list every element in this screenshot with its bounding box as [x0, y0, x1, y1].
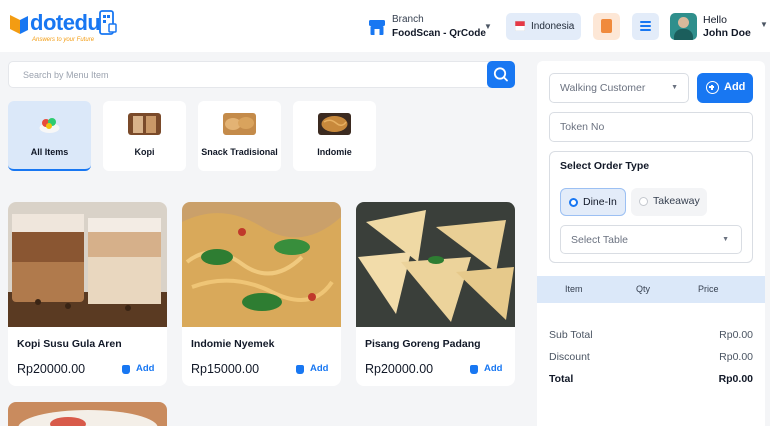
- radio-selected-icon: [569, 198, 578, 207]
- bag-icon: [470, 365, 478, 374]
- bag-icon: [296, 365, 304, 374]
- column-item: Item: [565, 284, 583, 294]
- branch-value: FoodScan - QrCode: [392, 28, 486, 39]
- cart-table-header: Item Qty Price: [537, 276, 765, 303]
- search-button[interactable]: [487, 61, 515, 88]
- user-name[interactable]: John Doe: [703, 27, 751, 39]
- brand-logo[interactable]: dotedu Answers to your Future: [8, 8, 128, 46]
- category-label: Snack Tradisional: [201, 147, 278, 157]
- chevron-down-icon: ▼: [671, 84, 678, 91]
- snack-image: [223, 113, 256, 135]
- search-icon: [493, 67, 508, 82]
- product-card[interactable]: Pisang Goreng Padang Rp20000.00 Add: [356, 202, 515, 386]
- flag-icon: [515, 21, 525, 31]
- token-placeholder: Token No: [560, 121, 605, 133]
- orders-button[interactable]: [593, 13, 620, 40]
- greeting: Hello: [703, 14, 727, 26]
- category-all-items[interactable]: All Items: [8, 101, 91, 171]
- chevron-down-icon: ▼: [484, 22, 492, 31]
- category-kopi[interactable]: Kopi: [103, 101, 186, 171]
- column-qty: Qty: [636, 284, 651, 294]
- brand-tagline: Answers to your Future: [32, 37, 95, 43]
- category-snack-tradisional[interactable]: Snack Tradisional: [198, 101, 281, 171]
- kopi-image: [128, 113, 161, 135]
- product-image: [182, 202, 341, 327]
- product-price: Rp20000.00: [17, 362, 86, 376]
- token-field[interactable]: Token No: [549, 112, 753, 142]
- all-items-image: [39, 118, 60, 133]
- product-card[interactable]: Indomie Nyemek Rp15000.00 Add: [182, 202, 341, 386]
- product-name: Indomie Nyemek: [191, 338, 275, 350]
- subtotal-row: Sub Total Rp0.00: [549, 329, 753, 341]
- plus-circle-icon: [706, 81, 719, 94]
- language-label: Indonesia: [531, 21, 575, 32]
- order-type-dine-in[interactable]: Dine-In: [560, 188, 626, 216]
- customer-select[interactable]: Walking Customer ▼: [549, 73, 689, 103]
- search-input[interactable]: [23, 68, 463, 82]
- order-type-title: Select Order Type: [560, 160, 650, 172]
- category-label: Kopi: [134, 147, 155, 157]
- menu-button[interactable]: [632, 13, 659, 40]
- phone-qr-icon: [99, 10, 117, 35]
- order-panel: Walking Customer ▼ Add Token No Select O…: [537, 61, 765, 426]
- indomie-image: [318, 113, 351, 135]
- total-row: Total Rp0.00: [549, 373, 753, 385]
- product-image: [8, 202, 167, 327]
- category-indomie[interactable]: Indomie: [293, 101, 376, 171]
- avatar[interactable]: [670, 13, 697, 40]
- customer-value: Walking Customer: [560, 82, 646, 94]
- chevron-down-icon: ▼: [722, 236, 729, 243]
- branch-label: Branch: [392, 14, 424, 25]
- radio-icon: [639, 197, 648, 206]
- store-icon: [369, 20, 385, 35]
- product-image: [356, 202, 515, 327]
- product-card[interactable]: Kopi Susu Gula Aren Rp20000.00 Add: [8, 202, 167, 386]
- discount-row: Discount Rp0.00: [549, 351, 753, 363]
- order-type-box: Select Order Type Dine-In Takeaway Selec…: [549, 151, 753, 263]
- product-card[interactable]: [8, 402, 167, 426]
- document-icon: [601, 19, 612, 33]
- category-label: All Items: [30, 147, 69, 157]
- brand-name: dotedu: [30, 10, 101, 35]
- search-bar: [8, 61, 515, 88]
- product-name: Pisang Goreng Padang: [365, 338, 481, 350]
- product-name: Kopi Susu Gula Aren: [17, 338, 122, 350]
- table-select[interactable]: Select Table ▼: [560, 225, 742, 254]
- add-customer-button[interactable]: Add: [697, 73, 753, 103]
- column-price: Price: [698, 284, 719, 294]
- top-bar: dotedu Answers to your Future Branch Foo…: [0, 0, 770, 52]
- product-price: Rp20000.00: [365, 362, 434, 376]
- bag-icon: [122, 365, 130, 374]
- logo-mark-icon: [10, 15, 28, 34]
- category-label: Indomie: [317, 147, 352, 157]
- product-image: [8, 402, 167, 426]
- language-button[interactable]: Indonesia: [506, 13, 581, 40]
- product-price: Rp15000.00: [191, 362, 260, 376]
- chevron-down-icon[interactable]: ▼: [760, 20, 768, 29]
- table-placeholder: Select Table: [571, 234, 629, 246]
- order-type-takeaway[interactable]: Takeaway: [631, 188, 707, 216]
